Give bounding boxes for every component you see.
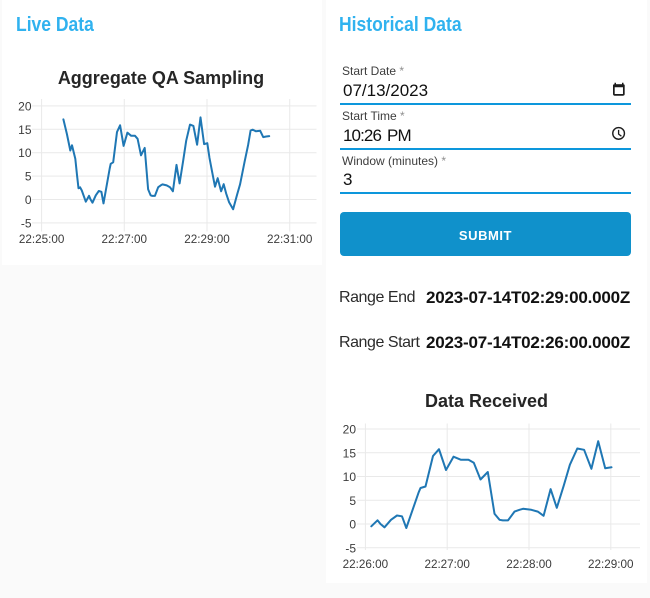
svg-text:-5: -5 [21, 216, 32, 230]
svg-text:20: 20 [18, 99, 32, 113]
svg-text:15: 15 [18, 123, 32, 137]
svg-text:5: 5 [25, 170, 32, 184]
svg-text:22:29:00: 22:29:00 [184, 233, 230, 246]
svg-text:Aggregate QA Sampling: Aggregate QA Sampling [58, 68, 264, 88]
svg-text:22:28:00: 22:28:00 [506, 558, 552, 571]
svg-text:22:31:00: 22:31:00 [267, 233, 313, 246]
svg-text:0: 0 [25, 193, 32, 207]
svg-text:22:27:00: 22:27:00 [424, 558, 470, 571]
svg-text:10: 10 [18, 146, 32, 160]
svg-text:22:26:00: 22:26:00 [343, 558, 389, 571]
svg-text:22:25:00: 22:25:00 [19, 233, 65, 246]
svg-text:5: 5 [349, 494, 356, 508]
svg-text:22:29:00: 22:29:00 [588, 558, 634, 571]
svg-text:20: 20 [343, 423, 357, 437]
svg-text:15: 15 [343, 446, 357, 460]
svg-text:0: 0 [349, 518, 356, 532]
svg-text:Data Received: Data Received [425, 391, 548, 411]
svg-text:-5: -5 [345, 541, 356, 555]
svg-text:10: 10 [343, 470, 357, 484]
svg-text:22:27:00: 22:27:00 [102, 233, 148, 246]
